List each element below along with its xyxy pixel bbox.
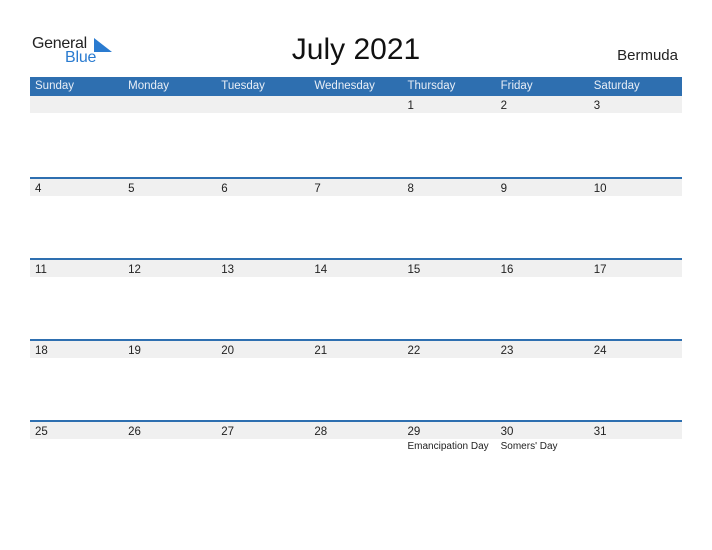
day-number: 13	[221, 264, 235, 276]
day-cell: 23	[496, 341, 589, 358]
day-cell: 13	[216, 260, 309, 277]
day-cell: 8	[403, 179, 496, 196]
day-cell: 19	[123, 341, 216, 358]
day-cell: 7	[309, 179, 402, 196]
day-cell	[309, 96, 402, 113]
day-number: 28	[314, 426, 328, 438]
calendar-title: July 2021	[291, 33, 421, 66]
day-number: 16	[500, 264, 514, 276]
week-row: 18 19 20 21 22 23 24	[30, 339, 682, 420]
day-number: 14	[314, 264, 328, 276]
date-strip: 1 2 3	[30, 96, 682, 113]
day-number: 15	[407, 264, 421, 276]
weekday-header: Sunday Monday Tuesday Wednesday Thursday…	[30, 77, 682, 96]
day-number: 29	[407, 426, 421, 438]
weeks-container: 1 2 3 4 5 6 7 8 9 10 11 12 13 14 15 16 17 18 19 20 21 22 23 24 2…	[30, 96, 682, 501]
week-row: 25 26 27 28 29 Emancipation Day 30 Somers' Day 3…	[30, 420, 682, 501]
day-number: 20	[221, 345, 235, 357]
day-number: 1	[407, 100, 414, 112]
day-number: 12	[128, 264, 141, 276]
day-cell: 25	[30, 422, 123, 439]
day-cell: 3	[589, 96, 682, 113]
day-number: 19	[128, 345, 141, 357]
day-number: 11	[35, 264, 47, 276]
day-number: 31	[593, 426, 607, 438]
day-cell: 24	[589, 341, 682, 358]
weekday-saturday: Saturday	[593, 80, 640, 92]
week-row: 1 2 3	[30, 96, 682, 177]
day-number: 18	[35, 345, 48, 357]
day-cell: 16	[496, 260, 589, 277]
day-number: 30	[500, 426, 514, 438]
day-cell: 28	[309, 422, 402, 439]
day-cell: 27	[216, 422, 309, 439]
day-cell: 15	[403, 260, 496, 277]
day-cell: 14	[309, 260, 402, 277]
day-cell: 18	[30, 341, 123, 358]
day-cell: 2	[496, 96, 589, 113]
day-cell: 9	[496, 179, 589, 196]
weekday-sunday: Sunday	[35, 80, 75, 92]
day-cell: 6	[216, 179, 309, 196]
day-number: 21	[314, 345, 328, 357]
day-cell: 26	[123, 422, 216, 439]
day-cell: 31	[589, 422, 682, 439]
day-number: 22	[407, 345, 421, 357]
day-number: 9	[500, 183, 508, 195]
day-number: 26	[128, 426, 141, 438]
week-row: 11 12 13 14 15 16 17	[30, 258, 682, 339]
date-strip: 25 26 27 28 29 Emancipation Day 30 Somers' Day 3…	[30, 422, 682, 452]
day-number: 3	[593, 100, 601, 112]
day-number: 4	[35, 183, 42, 195]
weekday-tuesday: Tuesday	[221, 80, 265, 92]
holiday-label: Somers' Day	[500, 441, 558, 452]
calendar-grid: Sunday Monday Tuesday Wednesday Thursday…	[30, 77, 682, 501]
day-number: 10	[593, 183, 607, 195]
day-cell: 21	[309, 341, 402, 358]
day-number: 25	[35, 426, 48, 438]
weekday-thursday: Thursday	[407, 80, 456, 92]
day-cell: 4	[30, 179, 123, 196]
day-number: 23	[500, 345, 514, 357]
day-cell: 22	[403, 341, 496, 358]
holiday-label: Emancipation Day	[407, 441, 489, 452]
day-cell: 30 Somers' Day	[496, 422, 589, 452]
day-number: 2	[500, 100, 508, 112]
day-cell: 29 Emancipation Day	[403, 422, 496, 452]
day-cell	[123, 96, 216, 113]
day-number: 6	[221, 183, 228, 195]
day-cell: 1	[403, 96, 496, 113]
weekday-friday: Friday	[500, 80, 533, 92]
day-number: 24	[593, 345, 607, 357]
weekday-wednesday: Wednesday	[314, 80, 375, 92]
day-cell: 11	[30, 260, 123, 277]
day-cell: 10	[589, 179, 682, 196]
date-strip: 11 12 13 14 15 16 17	[30, 260, 682, 277]
day-cell	[30, 96, 123, 113]
day-number: 17	[593, 264, 607, 276]
day-cell: 20	[216, 341, 309, 358]
day-number: 7	[314, 183, 321, 195]
week-row: 4 5 6 7 8 9 10	[30, 177, 682, 258]
date-strip: 18 19 20 21 22 23 24	[30, 341, 682, 358]
day-number: 27	[221, 426, 235, 438]
day-cell: 5	[123, 179, 216, 196]
weekday-monday: Monday	[128, 80, 170, 92]
day-number: 8	[407, 183, 414, 195]
country-label: Bermuda	[617, 47, 678, 64]
day-number: 5	[128, 183, 135, 195]
day-cell: 12	[123, 260, 216, 277]
date-strip: 4 5 6 7 8 9 10	[30, 179, 682, 196]
day-cell	[216, 96, 309, 113]
day-cell: 17	[589, 260, 682, 277]
